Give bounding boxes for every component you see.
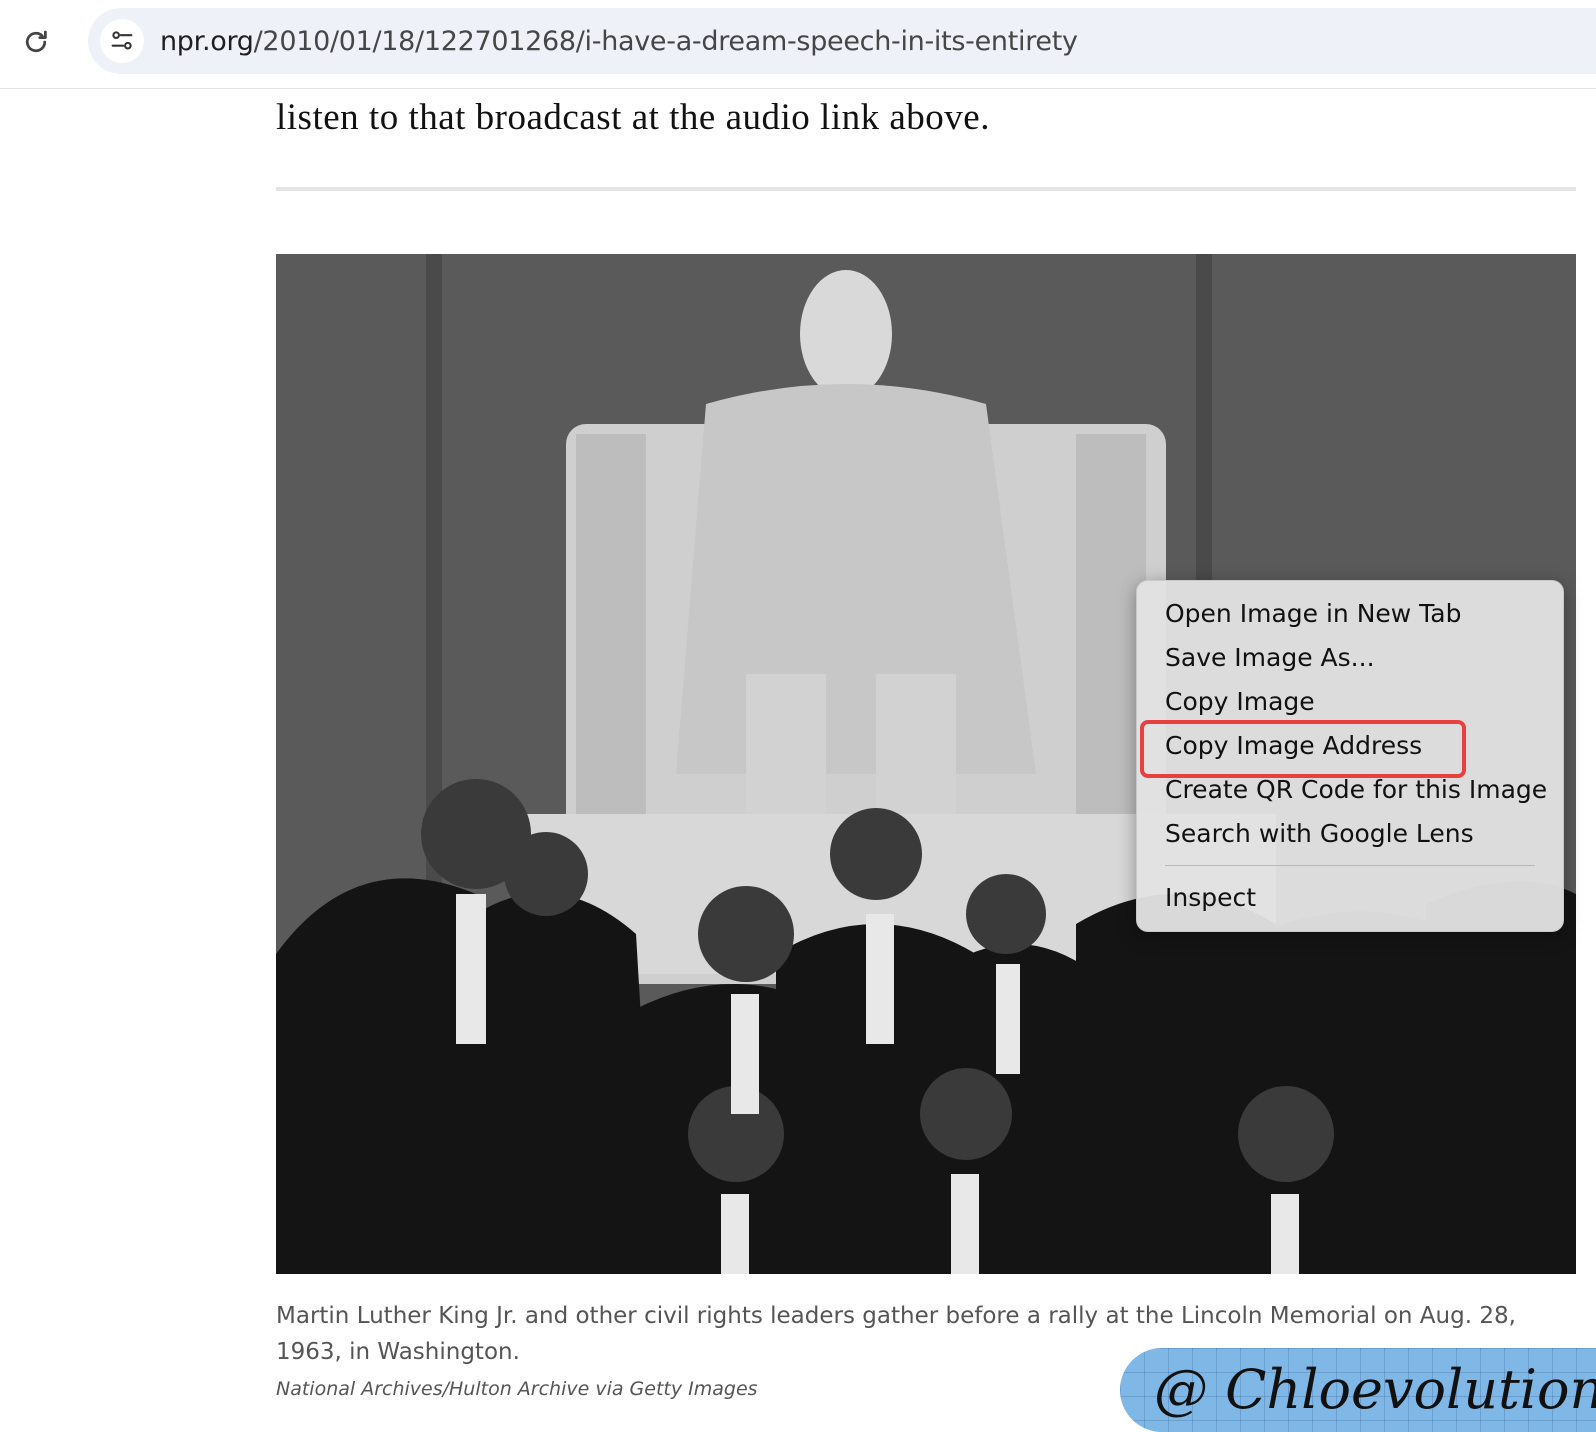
menu-item-create-qr-code[interactable]: Create QR Code for this Image <box>1165 775 1547 804</box>
menu-item-open-image-new-tab[interactable]: Open Image in New Tab <box>1165 599 1462 628</box>
browser-toolbar: npr.org/2010/01/18/122701268/i-have-a-dr… <box>0 0 1596 89</box>
reload-button[interactable] <box>20 26 52 58</box>
photo-credit: National Archives/Hulton Archive via Get… <box>276 1378 758 1400</box>
reload-icon <box>25 30 47 53</box>
url-path: /2010/01/18/122701268/i-have-a-dream-spe… <box>253 26 1078 57</box>
menu-item-copy-image[interactable]: Copy Image <box>1165 687 1315 716</box>
menu-separator <box>1165 865 1535 866</box>
tune-icon <box>111 31 133 50</box>
url-host: npr.org <box>160 26 254 57</box>
menu-item-search-google-lens[interactable]: Search with Google Lens <box>1165 819 1474 848</box>
watermark: @ Chloevolution <box>1120 1348 1596 1432</box>
section-divider <box>276 187 1576 191</box>
address-bar[interactable]: npr.org/2010/01/18/122701268/i-have-a-dr… <box>88 8 1596 74</box>
article-paragraph: listen to that broadcast at the audio li… <box>276 97 990 138</box>
menu-item-inspect[interactable]: Inspect <box>1165 883 1256 912</box>
highlight-box <box>1140 720 1466 778</box>
watermark-text: @ Chloevolution <box>1154 1358 1596 1421</box>
url-text[interactable]: npr.org/2010/01/18/122701268/i-have-a-dr… <box>160 26 1078 57</box>
menu-item-save-image-as[interactable]: Save Image As... <box>1165 643 1375 672</box>
site-info-button[interactable] <box>100 19 144 63</box>
